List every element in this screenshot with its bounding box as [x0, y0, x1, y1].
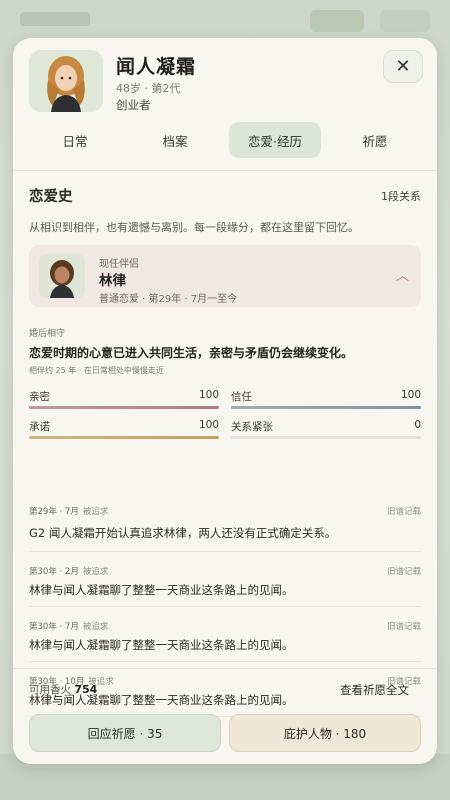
- entry-source: 旧谱记载: [386, 567, 421, 577]
- relationship-stage: 婚后相守: [29, 329, 66, 339]
- entry-date-text: 第30年 · 2月: [29, 567, 79, 577]
- relationship-headline: 恋爱时期的心意已进入共同生活，亲密与矛盾仍会继续变化。: [29, 346, 354, 360]
- character-avatar: [29, 50, 103, 112]
- history-entry: 第30年 · 2月 被追求 旧谱记载 林律与闻人凝霜聊了整整一天商业这条路上的见闻…: [29, 552, 421, 607]
- incense-balance: 可用香火 754: [29, 682, 97, 697]
- relationship-subline: 相伴约 25 年 · 在日常相处中慢慢走近: [29, 366, 164, 375]
- stat-value: 100: [198, 419, 219, 431]
- tab-romance[interactable]: 恋爱·经历: [229, 122, 321, 158]
- section-intro: 从相识到相伴，也有遗憾与离别。每一段缘分，都在这里留下回忆。: [29, 221, 359, 234]
- entry-text: G2 闻人凝霜开始认真追求林律，两人还没有正式确定关系。: [29, 526, 337, 540]
- partner-description: 普通恋爱 · 第29年 · 7月一至今: [99, 294, 238, 305]
- background-element: [20, 12, 90, 26]
- background-element: [380, 10, 430, 32]
- background-element: [310, 10, 364, 32]
- stat-label: 承诺: [29, 421, 50, 433]
- history-entry: 第29年 · 7月 被追求 旧谱记载 G2 闻人凝霜开始认真追求林律，两人还没有正…: [29, 492, 421, 552]
- stat-fill: [29, 406, 219, 409]
- tab-wishes[interactable]: 祈愿: [329, 122, 421, 158]
- entry-date: 第30年 · 7月 被追求: [29, 620, 108, 632]
- close-button[interactable]: ✕: [383, 50, 423, 83]
- tab-bar: 日常 档案 恋爱·经历 祈愿: [29, 122, 421, 158]
- stat-label: 信任: [231, 391, 252, 403]
- divider: [13, 170, 437, 171]
- entry-tag: 被追求: [82, 507, 109, 517]
- partner-avatar: [39, 254, 85, 298]
- entry-source: 旧谱记载: [386, 622, 421, 632]
- incense-label: 可用香火: [29, 684, 71, 696]
- partner-label: 现任伴侣: [99, 259, 139, 270]
- character-name: 闻人凝霜: [116, 56, 197, 78]
- stat-value: 0: [414, 419, 421, 431]
- character-meta: 48岁 · 第2代: [116, 82, 181, 95]
- protect-character-button[interactable]: 庇护人物 · 180: [229, 714, 421, 752]
- stat-track: [29, 436, 219, 439]
- entry-text: 林律与闻人凝霜聊了整整一天商业这条路上的见闻。: [29, 638, 294, 652]
- character-header: 闻人凝霜 48岁 · 第2代 创业者 ✕: [13, 38, 437, 120]
- relationship-count: 1段关系: [381, 190, 421, 203]
- stat-value: 100: [400, 389, 421, 401]
- stat-value: 100: [198, 389, 219, 401]
- stat-track: [29, 406, 219, 409]
- history-entry: 第30年 · 7月 被追求 旧谱记载 林律与闻人凝霜聊了整整一天商业这条路上的见闻…: [29, 607, 421, 662]
- entry-text: 林律与闻人凝霜聊了整整一天商业这条路上的见闻。: [29, 583, 294, 597]
- entry-tag: 被追求: [82, 567, 109, 577]
- answer-wish-button[interactable]: 回应祈愿 · 35: [29, 714, 221, 752]
- entry-date: 第29年 · 7月 被追求: [29, 505, 108, 517]
- divider: [13, 668, 437, 669]
- stat-track: [231, 436, 421, 439]
- entry-date-text: 第30年 · 7月: [29, 622, 79, 632]
- close-icon: ✕: [395, 56, 411, 77]
- section-title: 恋爱史: [29, 189, 73, 205]
- stat-fill: [29, 436, 219, 439]
- entry-date-text: 第29年 · 7月: [29, 507, 79, 517]
- view-full-wish-link[interactable]: 查看祈愿全文: [340, 682, 409, 698]
- partner-name: 林律: [99, 273, 126, 289]
- incense-value: 754: [74, 683, 98, 696]
- tab-daily[interactable]: 日常: [29, 122, 121, 158]
- tab-profile[interactable]: 档案: [129, 122, 221, 158]
- current-partner-card[interactable]: 现任伴侣 林律 普通恋爱 · 第29年 · 7月一至今 ︿: [29, 245, 421, 307]
- entry-source: 旧谱记载: [386, 507, 421, 517]
- stat-fill: [231, 406, 421, 409]
- stat-track: [231, 406, 421, 409]
- character-role: 创业者: [116, 98, 151, 112]
- character-detail-sheet: 闻人凝霜 48岁 · 第2代 创业者 ✕ 日常 档案 恋爱·经历 祈愿 恋爱史 …: [13, 38, 437, 764]
- chevron-up-icon[interactable]: ︿: [396, 265, 409, 284]
- entry-tag: 被追求: [82, 622, 109, 632]
- entry-date: 第30年 · 2月 被追求: [29, 565, 108, 577]
- stat-label: 亲密: [29, 391, 50, 403]
- stat-label: 关系紧张: [231, 421, 273, 433]
